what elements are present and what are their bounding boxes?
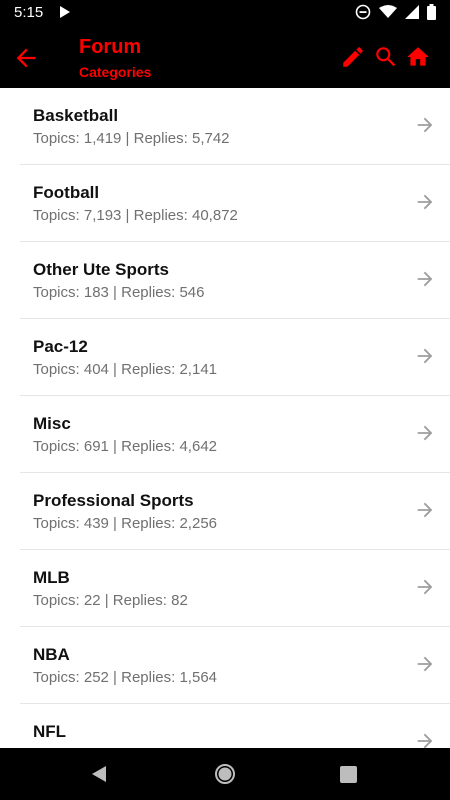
battery-icon xyxy=(427,4,436,20)
category-stats: Topics: 22 | Replies: 82 xyxy=(33,592,188,609)
list-item[interactable]: Football Topics: 7,193 | Replies: 40,872 xyxy=(20,165,450,242)
list-item[interactable]: Other Ute Sports Topics: 183 | Replies: … xyxy=(20,242,450,319)
category-name: Football xyxy=(33,183,100,202)
arrow-right-icon xyxy=(417,271,433,287)
system-nav-bar xyxy=(0,748,450,800)
status-icons xyxy=(355,4,436,20)
category-stats: Topics: 7,193 | Replies: 40,872 xyxy=(33,207,238,224)
page-title: Forum xyxy=(79,36,142,58)
signal-icon xyxy=(405,5,419,19)
list-item[interactable]: Misc Topics: 691 | Replies: 4,642 xyxy=(20,396,450,473)
pencil-icon[interactable] xyxy=(340,44,366,70)
nav-home-icon[interactable] xyxy=(214,763,236,785)
search-icon[interactable] xyxy=(373,44,399,70)
list-item[interactable]: Pac-12 Topics: 404 | Replies: 2,141 xyxy=(20,319,450,396)
category-name: NBA xyxy=(33,645,70,664)
category-stats: Topics: 439 | Replies: 2,256 xyxy=(33,515,218,532)
category-name: Basketball xyxy=(33,106,119,125)
category-list: Basketball Topics: 1,419 | Replies: 5,74… xyxy=(0,88,450,748)
category-name: Professional Sports xyxy=(33,491,194,510)
arrow-right-icon xyxy=(417,502,433,518)
list-item[interactable]: NBA Topics: 252 | Replies: 1,564 xyxy=(20,627,450,704)
category-stats: Topics: 1,419 | Replies: 5,742 xyxy=(33,130,230,147)
arrow-right-icon xyxy=(417,117,433,133)
do-not-disturb-icon xyxy=(355,4,371,20)
home-icon[interactable] xyxy=(405,44,431,70)
arrow-right-icon xyxy=(417,733,433,748)
status-time: 5:15 xyxy=(14,4,44,21)
category-stats: Topics: 691 | Replies: 4,642 xyxy=(33,438,218,455)
category-name: Misc xyxy=(33,414,71,433)
list-item[interactable]: NFL xyxy=(20,704,450,748)
category-stats: Topics: 252 | Replies: 1,564 xyxy=(33,669,218,686)
arrow-right-icon xyxy=(417,194,433,210)
status-bar: 5:15 xyxy=(0,0,450,26)
category-name: Other Ute Sports xyxy=(33,260,170,279)
category-stats: Topics: 404 | Replies: 2,141 xyxy=(33,361,218,378)
category-stats: Topics: 183 | Replies: 546 xyxy=(33,284,205,301)
nav-back-icon[interactable] xyxy=(90,764,108,784)
arrow-left-icon[interactable] xyxy=(12,44,40,72)
arrow-right-icon xyxy=(417,425,433,441)
arrow-right-icon xyxy=(417,348,433,364)
nav-recents-icon[interactable] xyxy=(340,766,357,783)
arrow-right-icon xyxy=(417,656,433,672)
list-item[interactable]: Professional Sports Topics: 439 | Replie… xyxy=(20,473,450,550)
list-item[interactable]: MLB Topics: 22 | Replies: 82 xyxy=(20,550,450,627)
list-item[interactable]: Basketball Topics: 1,419 | Replies: 5,74… xyxy=(20,88,450,165)
wifi-icon xyxy=(379,5,397,18)
arrow-right-icon xyxy=(417,579,433,595)
category-name: MLB xyxy=(33,568,70,587)
category-name: NFL xyxy=(33,722,67,741)
app-bar: Forum Categories xyxy=(0,26,450,88)
category-name: Pac-12 xyxy=(33,337,88,356)
page-subtitle: Categories xyxy=(79,64,152,80)
notification-icon xyxy=(60,6,70,18)
